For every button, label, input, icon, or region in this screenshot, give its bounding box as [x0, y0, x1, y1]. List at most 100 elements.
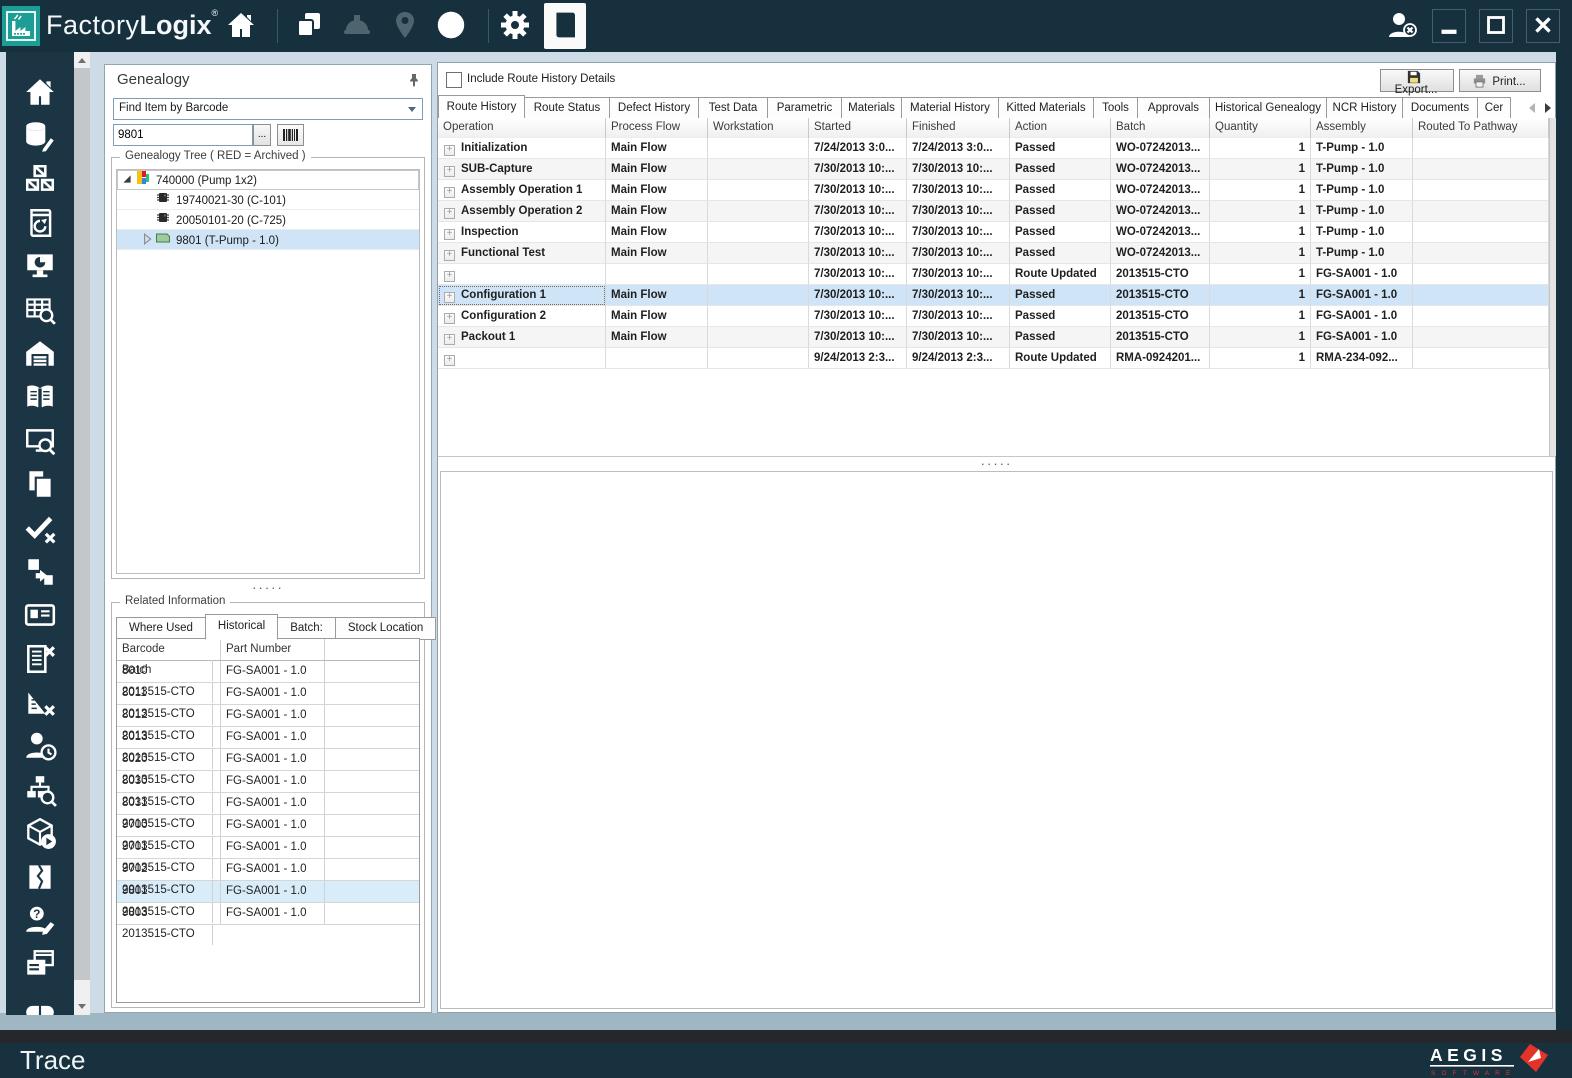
related-row[interactable]: 8010FG-SA001 - 1.02013515-CTO: [117, 661, 419, 683]
window-copy-icon[interactable]: [23, 947, 57, 981]
related-tab-stock-location[interactable]: Stock Location: [335, 617, 436, 640]
row-expand-icon[interactable]: [444, 208, 455, 219]
route-row[interactable]: SUB-CaptureMain Flow7/30/2013 10:...7/30…: [438, 159, 1549, 180]
related-row[interactable]: 8020FG-SA001 - 1.02013515-CTO: [117, 749, 419, 771]
route-row[interactable]: Assembly Operation 2Main Flow7/30/2013 1…: [438, 201, 1549, 222]
export-button[interactable]: Export...: [1380, 69, 1454, 92]
route-table-scrollbar[interactable]: [1549, 118, 1556, 456]
route-column-header[interactable]: Process Flow: [606, 118, 708, 138]
related-row[interactable]: 9701FG-SA001 - 1.02013515-CTO: [117, 837, 419, 859]
tab-defect-history[interactable]: Defect History: [609, 97, 699, 118]
route-row[interactable]: 9/24/2013 2:3...9/24/2013 2:3...Route Up…: [438, 348, 1549, 369]
route-column-header[interactable]: Workstation: [708, 118, 809, 138]
pallet-boxes-icon[interactable]: [23, 162, 57, 196]
tab-kitted-materials[interactable]: Kitted Materials: [998, 97, 1094, 118]
route-row[interactable]: Packout 1Main Flow7/30/2013 10:...7/30/2…: [438, 327, 1549, 348]
route-column-header[interactable]: Routed To Pathway: [1413, 118, 1549, 138]
pin-panel-icon[interactable]: [407, 73, 421, 87]
scrollbar-thumb[interactable]: [74, 68, 90, 980]
tree-item[interactable]: 19740021-30 (C-101): [117, 190, 419, 210]
tree-item[interactable]: 740000 (Pump 1x2): [117, 170, 419, 190]
box-dispatch-icon[interactable]: [23, 816, 57, 850]
connector-plug-icon[interactable]: [23, 991, 57, 1015]
route-column-header[interactable]: Quantity: [1210, 118, 1311, 138]
print-button[interactable]: Print...: [1459, 69, 1541, 92]
sidebar-scrollbar[interactable]: [74, 52, 90, 1015]
row-expand-icon[interactable]: [444, 355, 455, 366]
route-row[interactable]: 7/30/2013 10:...7/30/2013 10:...Route Up…: [438, 264, 1549, 285]
related-row[interactable]: 8030FG-SA001 - 1.02013515-CTO: [117, 771, 419, 793]
related-row[interactable]: 9803FG-SA001 - 1.02013515-CTO: [117, 903, 419, 925]
documents-nav-icon[interactable]: [290, 7, 328, 45]
route-row[interactable]: InitializationMain Flow7/24/2013 3:0...7…: [438, 138, 1549, 159]
row-expand-icon[interactable]: [444, 313, 455, 324]
hierarchy-search-icon[interactable]: [23, 773, 57, 807]
detail-splitter[interactable]: [438, 456, 1555, 472]
route-column-header[interactable]: Batch: [1111, 118, 1210, 138]
row-expand-icon[interactable]: [444, 229, 455, 240]
torn-document-icon[interactable]: [23, 860, 57, 894]
document-copy-icon[interactable]: [23, 467, 57, 501]
related-tab-historical[interactable]: Historical: [205, 614, 278, 640]
tab-parametric[interactable]: Parametric: [767, 97, 842, 118]
monitor-chart-icon[interactable]: [23, 249, 57, 283]
maximize-button[interactable]: [1479, 9, 1513, 43]
barcode-input[interactable]: [113, 124, 253, 146]
tree-item[interactable]: 20050101-20 (C-725): [117, 210, 419, 230]
row-expand-icon[interactable]: [444, 250, 455, 261]
row-expand-icon[interactable]: [444, 292, 455, 303]
location-pin-nav-icon[interactable]: [386, 7, 424, 45]
route-column-header[interactable]: Action: [1010, 118, 1111, 138]
id-card-icon[interactable]: [23, 598, 57, 632]
related-row[interactable]: 8031FG-SA001 - 1.02013515-CTO: [117, 793, 419, 815]
related-row[interactable]: 9702FG-SA001 - 1.02013515-CTO: [117, 859, 419, 881]
tab-historical-genealogy[interactable]: Historical Genealogy: [1209, 97, 1327, 118]
tab-test-data[interactable]: Test Data: [698, 97, 768, 118]
tab-cer[interactable]: Cer: [1477, 97, 1511, 118]
tab-documents[interactable]: Documents: [1402, 97, 1478, 118]
row-expand-icon[interactable]: [444, 187, 455, 198]
tab-tools[interactable]: Tools: [1093, 97, 1138, 118]
home-icon[interactable]: [23, 75, 57, 109]
monitor-search-icon[interactable]: [23, 424, 57, 458]
tab-materials[interactable]: Materials: [841, 97, 902, 118]
tree-item[interactable]: 9801 (T-Pump - 1.0): [117, 230, 419, 250]
related-row[interactable]: 8012FG-SA001 - 1.02013515-CTO: [117, 705, 419, 727]
browse-button[interactable]: ...: [253, 124, 271, 146]
route-row[interactable]: Assembly Operation 1Main Flow7/30/2013 1…: [438, 180, 1549, 201]
related-row[interactable]: 8011FG-SA001 - 1.02013515-CTO: [117, 683, 419, 705]
globe-nav-icon[interactable]: [432, 7, 470, 45]
related-row[interactable]: 8013FG-SA001 - 1.02013515-CTO: [117, 727, 419, 749]
related-column-header[interactable]: Part Number: [221, 639, 325, 660]
tab-approvals[interactable]: Approvals: [1137, 97, 1210, 118]
minimize-button[interactable]: [1432, 9, 1466, 43]
warehouse-icon[interactable]: [23, 337, 57, 371]
trace-history-icon[interactable]: [23, 206, 57, 240]
gear-settings-icon[interactable]: [496, 7, 534, 45]
route-column-header[interactable]: Finished: [907, 118, 1010, 138]
find-item-mode-select[interactable]: Find Item by Barcode: [113, 98, 423, 120]
route-row[interactable]: InspectionMain Flow7/30/2013 10:...7/30/…: [438, 222, 1549, 243]
splitter-grip[interactable]: [438, 459, 1555, 471]
tab-material-history[interactable]: Material History: [901, 97, 999, 118]
route-column-header[interactable]: Started: [809, 118, 907, 138]
related-tab-where-used[interactable]: Where Used: [116, 617, 206, 640]
row-expand-icon[interactable]: [444, 271, 455, 282]
hardhat-nav-icon[interactable]: [338, 7, 376, 45]
close-button[interactable]: [1526, 9, 1560, 43]
database-edit-icon[interactable]: [23, 119, 57, 153]
route-column-header[interactable]: Assembly: [1311, 118, 1413, 138]
related-tab-batch[interactable]: Batch:: [277, 617, 336, 640]
tab-ncr-history[interactable]: NCR History: [1326, 97, 1403, 118]
row-expand-icon[interactable]: [444, 166, 455, 177]
route-row[interactable]: Configuration 2Main Flow7/30/2013 10:...…: [438, 306, 1549, 327]
tab-route-status[interactable]: Route Status: [524, 97, 610, 118]
related-row[interactable]: 9801FG-SA001 - 1.02013515-CTO: [117, 881, 419, 903]
route-row[interactable]: Configuration 1Main Flow7/30/2013 10:...…: [438, 285, 1549, 306]
transfer-boxes-icon[interactable]: [23, 555, 57, 589]
table-search-icon[interactable]: [23, 293, 57, 327]
row-expand-icon[interactable]: [444, 145, 455, 156]
tab-scroll-right-icon[interactable]: [1545, 103, 1551, 113]
ruler-remove-icon[interactable]: [23, 685, 57, 719]
scroll-up-icon[interactable]: [74, 52, 90, 68]
